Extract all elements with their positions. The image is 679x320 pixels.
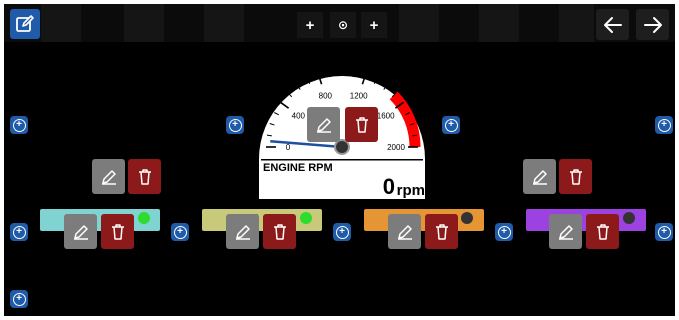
gauge-tick-label: 800 [319, 92, 333, 101]
pencil-icon [316, 117, 331, 133]
pencil-icon [558, 224, 573, 240]
add-circle-icon: + [335, 225, 349, 239]
forward-button[interactable] [636, 9, 669, 40]
gauge-tick-label: 2000 [387, 143, 405, 152]
add-circle-icon: + [12, 118, 26, 132]
gauge-tick-label: 1600 [377, 111, 395, 120]
add-circle-icon: + [657, 118, 671, 132]
arrow-right-icon [643, 16, 662, 33]
pencil-icon [73, 224, 88, 240]
add-widget-button[interactable]: + [333, 223, 351, 241]
edit-widget-button[interactable] [64, 214, 97, 249]
toolbar-tile [479, 4, 519, 42]
edit-widget-button[interactable] [523, 159, 556, 194]
add-widget-button[interactable]: + [226, 116, 244, 134]
gauge-tick-label: 0 [286, 143, 291, 152]
add-widget-button[interactable]: + [442, 116, 460, 134]
trash-icon [111, 223, 124, 240]
edit-widget-button[interactable] [226, 214, 259, 249]
delete-widget-button[interactable] [263, 214, 296, 249]
arrow-left-icon [603, 16, 622, 33]
pencil-icon [397, 224, 412, 240]
status-led-4 [623, 212, 635, 224]
add-circle-icon: + [12, 225, 26, 239]
pencil-icon [101, 169, 116, 185]
edit-widget-button[interactable] [549, 214, 582, 249]
engine-rpm-gauge: 0 400 800 1200 1600 2000 ENGINE RPM 0 rpm [257, 44, 427, 199]
back-button[interactable] [596, 9, 629, 40]
zoom-reset-button[interactable]: ⊙ [330, 12, 356, 38]
zoom-reset-label: ⊙ [337, 18, 349, 32]
pencil-icon [532, 169, 547, 185]
gauge-unit: rpm [396, 182, 425, 199]
add-circle-icon: + [173, 225, 187, 239]
trash-icon [435, 223, 448, 240]
add-circle-icon: + [657, 225, 671, 239]
status-led-1 [138, 212, 150, 224]
zoom-in-button[interactable]: + [297, 12, 323, 38]
add-circle-icon: + [228, 118, 242, 132]
add-widget-button[interactable]: + [10, 223, 28, 241]
gauge-dial: 0 400 800 1200 1600 2000 [259, 71, 425, 199]
add-circle-icon: + [12, 292, 26, 306]
toolbar-tile [559, 4, 594, 42]
gauge-tick-label: 1200 [350, 92, 368, 101]
edit-gauge-button[interactable] [307, 107, 340, 142]
status-led-2 [300, 212, 312, 224]
add-widget-button[interactable]: + [655, 116, 673, 134]
pencil-icon [235, 224, 250, 240]
add-widget-button[interactable]: + [10, 290, 28, 308]
add-circle-icon: + [444, 118, 458, 132]
delete-widget-button[interactable] [101, 214, 134, 249]
gauge-tick [352, 71, 355, 77]
delete-widget-button[interactable] [586, 214, 619, 249]
gauge-tick-label: 400 [292, 111, 306, 120]
status-led-3 [461, 212, 473, 224]
dashboard-canvas: + ⊙ + 0 400 800 1200 1600 2000 ENGINE RPM 0 r… [4, 4, 675, 316]
delete-widget-button[interactable] [559, 159, 592, 194]
add-widget-button[interactable]: + [10, 116, 28, 134]
gauge-tick [329, 71, 332, 77]
toolbar-tile [399, 4, 439, 42]
add-widget-button[interactable]: + [171, 223, 189, 241]
trash-icon [138, 168, 151, 185]
edit-mode-button[interactable] [10, 9, 40, 39]
delete-widget-button[interactable] [425, 214, 458, 249]
toolbar-tile [204, 4, 244, 42]
trash-icon [569, 168, 582, 185]
gauge-value: 0 [382, 174, 395, 199]
delete-widget-button[interactable] [128, 159, 161, 194]
zoom-in-label: + [305, 16, 315, 34]
toolbar-tile [41, 4, 81, 42]
add-widget-button[interactable]: + [655, 223, 673, 241]
add-widget-button[interactable]: + [495, 223, 513, 241]
trash-icon [273, 223, 286, 240]
add-circle-icon: + [497, 225, 511, 239]
edit-square-icon [16, 15, 34, 32]
zoom-out-label: + [369, 16, 379, 34]
gauge-hub [334, 139, 350, 155]
gauge-title: ENGINE RPM [263, 162, 333, 174]
zoom-out-button[interactable]: + [361, 12, 387, 38]
edit-widget-button[interactable] [92, 159, 125, 194]
edit-widget-button[interactable] [388, 214, 421, 249]
trash-icon [355, 116, 368, 133]
toolbar-tile [124, 4, 164, 42]
delete-gauge-button[interactable] [345, 107, 378, 142]
trash-icon [596, 223, 609, 240]
